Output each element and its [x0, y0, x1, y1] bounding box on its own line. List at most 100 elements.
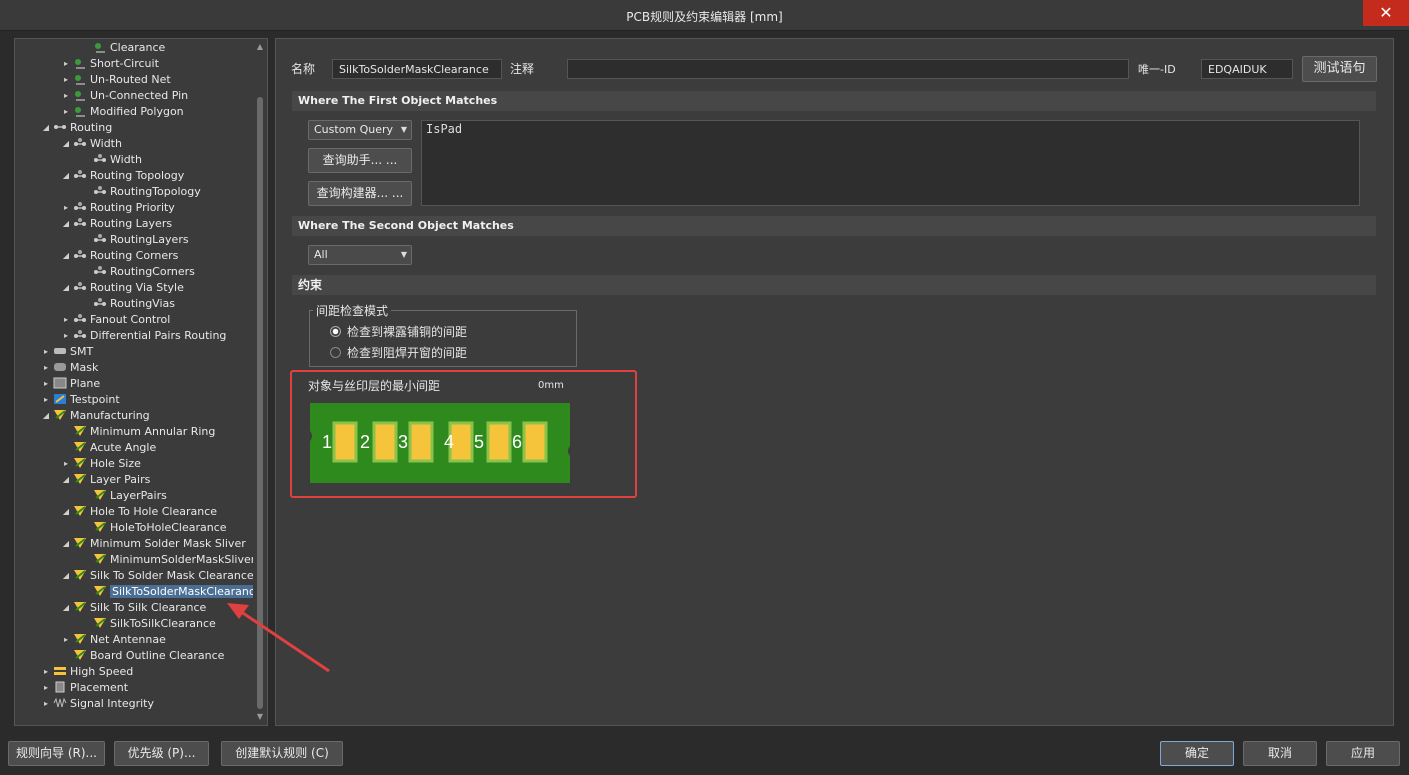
second-query-type-select[interactable]: All ▼ [308, 245, 412, 265]
tree-item-routingcorners[interactable]: RoutingCorners [81, 264, 195, 280]
tree-item-minimum-annular-ring[interactable]: Minimum Annular Ring [61, 424, 215, 440]
collapse-arrow-icon[interactable]: ◢ [41, 120, 51, 136]
expand-arrow-icon[interactable]: ▸ [61, 72, 71, 88]
tree-item-un-connected-pin[interactable]: ▸ Un-Connected Pin [61, 88, 188, 104]
tree-item-layer-pairs[interactable]: ◢ Layer Pairs [61, 472, 150, 488]
collapse-arrow-icon[interactable]: ◢ [61, 216, 71, 232]
tree-item-routinglayers[interactable]: RoutingLayers [81, 232, 189, 248]
expand-arrow-icon[interactable]: ▸ [61, 632, 71, 648]
tree-item-label: Acute Angle [90, 441, 157, 454]
tree-item-silktosilkclearance[interactable]: SilkToSilkClearance [81, 616, 216, 632]
collapse-arrow-icon[interactable]: ◢ [61, 536, 71, 552]
tree-item-label: RoutingTopology [110, 185, 201, 198]
expand-arrow-icon[interactable]: ▸ [61, 56, 71, 72]
routing-rule-icon [73, 329, 87, 341]
min-clearance-value[interactable]: 0mm [538, 380, 564, 391]
tree-item-testpoint[interactable]: ▸ Testpoint [41, 392, 120, 408]
tree-item-signal-integrity[interactable]: ▸ Signal Integrity [41, 696, 154, 712]
tree-item-silk-to-solder-mask-clearance[interactable]: ◢ Silk To Solder Mask Clearance [61, 568, 254, 584]
tree-item-hole-size[interactable]: ▸ Hole Size [61, 456, 141, 472]
silk-clearance-diagram: 1 2 3 45 6 [310, 403, 570, 483]
collapse-arrow-icon[interactable]: ◢ [41, 408, 51, 424]
pad-number: 4 [444, 432, 454, 452]
tree-item-short-circuit[interactable]: ▸ Short-Circuit [61, 56, 159, 72]
scroll-up-icon[interactable]: ▲ [253, 41, 267, 53]
name-field[interactable]: SilkToSolderMaskClearance [332, 59, 502, 79]
expand-arrow-icon[interactable]: ▸ [61, 312, 71, 328]
tree-item-manufacturing[interactable]: ◢ Manufacturing [41, 408, 150, 424]
tree-item-routing-priority[interactable]: ▸ Routing Priority [61, 200, 175, 216]
priorities-button[interactable]: 优先级 (P)... [114, 741, 209, 766]
collapse-arrow-icon[interactable]: ◢ [61, 600, 71, 616]
test-query-button[interactable]: 测试语句 [1302, 56, 1377, 82]
collapse-arrow-icon[interactable]: ◢ [61, 168, 71, 184]
tree-item-differential-pairs-routing[interactable]: ▸ Differential Pairs Routing [61, 328, 226, 344]
tree-item-mask[interactable]: ▸ Mask [41, 360, 98, 376]
query-builder-button[interactable]: 查询构建器... ... [308, 181, 412, 206]
tree-item-width[interactable]: Width [81, 152, 142, 168]
expand-arrow-icon[interactable]: ▸ [61, 104, 71, 120]
expand-arrow-icon[interactable]: ▸ [41, 360, 51, 376]
tree-item-plane[interactable]: ▸ Plane [41, 376, 100, 392]
tree-item-routing-via-style[interactable]: ◢ Routing Via Style [61, 280, 184, 296]
expand-arrow-icon[interactable]: ▸ [41, 696, 51, 712]
signal-integrity-icon [53, 697, 67, 709]
tree-item-routing-layers[interactable]: ◢ Routing Layers [61, 216, 172, 232]
collapse-arrow-icon[interactable]: ◢ [61, 504, 71, 520]
query-helper-button[interactable]: 查询助手... ... [308, 148, 412, 173]
tree-item-board-outline-clearance[interactable]: Board Outline Clearance [61, 648, 224, 664]
tree-item-routingtopology[interactable]: RoutingTopology [81, 184, 201, 200]
expand-arrow-icon[interactable]: ▸ [41, 376, 51, 392]
tree-item-layerpairs[interactable]: LayerPairs [81, 488, 167, 504]
expand-arrow-icon[interactable]: ▸ [41, 664, 51, 680]
tree-item-routing-topology[interactable]: ◢ Routing Topology [61, 168, 184, 184]
tree-item-routing-corners[interactable]: ◢ Routing Corners [61, 248, 178, 264]
tree-item-routingvias[interactable]: RoutingVias [81, 296, 175, 312]
expand-arrow-icon[interactable]: ▸ [41, 344, 51, 360]
tree-item-placement[interactable]: ▸ Placement [41, 680, 128, 696]
tree-item-width[interactable]: ◢ Width [61, 136, 122, 152]
first-query-type-select[interactable]: Custom Query ▼ [308, 120, 412, 140]
query-editor[interactable]: IsPad [421, 120, 1360, 206]
tree-item-label: Mask [70, 361, 99, 374]
expand-arrow-icon[interactable]: ▸ [61, 200, 71, 216]
collapse-arrow-icon[interactable]: ◢ [61, 472, 71, 488]
tree-item-hole-to-hole-clearance[interactable]: ◢ Hole To Hole Clearance [61, 504, 217, 520]
ok-button[interactable]: 确定 [1160, 741, 1234, 766]
collapse-arrow-icon[interactable]: ◢ [61, 136, 71, 152]
tree-item-fanout-control[interactable]: ▸ Fanout Control [61, 312, 170, 328]
collapse-arrow-icon[interactable]: ◢ [61, 568, 71, 584]
unique-id-field[interactable]: EDQAIDUK [1201, 59, 1293, 79]
comment-field[interactable] [567, 59, 1129, 79]
tree-item-high-speed[interactable]: ▸ High Speed [41, 664, 133, 680]
tree-item-label: High Speed [70, 665, 134, 678]
scroll-down-icon[interactable]: ▼ [253, 711, 267, 723]
rule-wizard-button[interactable]: 规则向导 (R)... [8, 741, 105, 766]
cancel-button[interactable]: 取消 [1243, 741, 1317, 766]
collapse-arrow-icon[interactable]: ◢ [61, 280, 71, 296]
manufacturing-rule-icon [73, 425, 87, 437]
close-button[interactable]: ✕ [1363, 0, 1409, 26]
tree-item-modified-polygon[interactable]: ▸ Modified Polygon [61, 104, 184, 120]
expand-arrow-icon[interactable]: ▸ [61, 88, 71, 104]
tree-item-holetoholeclearance[interactable]: HoleToHoleClearance [81, 520, 227, 536]
tree-item-silk-to-silk-clearance[interactable]: ◢ Silk To Silk Clearance [61, 600, 206, 616]
tree-item-net-antennae[interactable]: ▸ Net Antennae [61, 632, 166, 648]
apply-button[interactable]: 应用 [1326, 741, 1400, 766]
tree-item-minimum-solder-mask-sliver[interactable]: ◢ Minimum Solder Mask Sliver [61, 536, 246, 552]
tree-item-acute-angle[interactable]: Acute Angle [61, 440, 156, 456]
tree-item-label: Routing Corners [90, 249, 179, 262]
expand-arrow-icon[interactable]: ▸ [41, 392, 51, 408]
create-default-rules-button[interactable]: 创建默认规则 (C) [221, 741, 343, 766]
tree-item-routing[interactable]: ◢ Routing [41, 120, 112, 136]
radio-check-copper[interactable]: 检查到裸露铺铜的间距 [330, 323, 467, 340]
expand-arrow-icon[interactable]: ▸ [61, 328, 71, 344]
expand-arrow-icon[interactable]: ▸ [41, 680, 51, 696]
tree-item-minimumsoldermasksliver[interactable]: MinimumSolderMaskSliver [81, 552, 255, 568]
tree-item-un-routed-net[interactable]: ▸ Un-Routed Net [61, 72, 171, 88]
collapse-arrow-icon[interactable]: ◢ [61, 248, 71, 264]
tree-item-smt[interactable]: ▸ SMT [41, 344, 93, 360]
radio-check-mask-opening[interactable]: 检查到阻焊开窗的间距 [330, 344, 467, 361]
tree-item-clearance[interactable]: Clearance [81, 40, 165, 56]
expand-arrow-icon[interactable]: ▸ [61, 456, 71, 472]
